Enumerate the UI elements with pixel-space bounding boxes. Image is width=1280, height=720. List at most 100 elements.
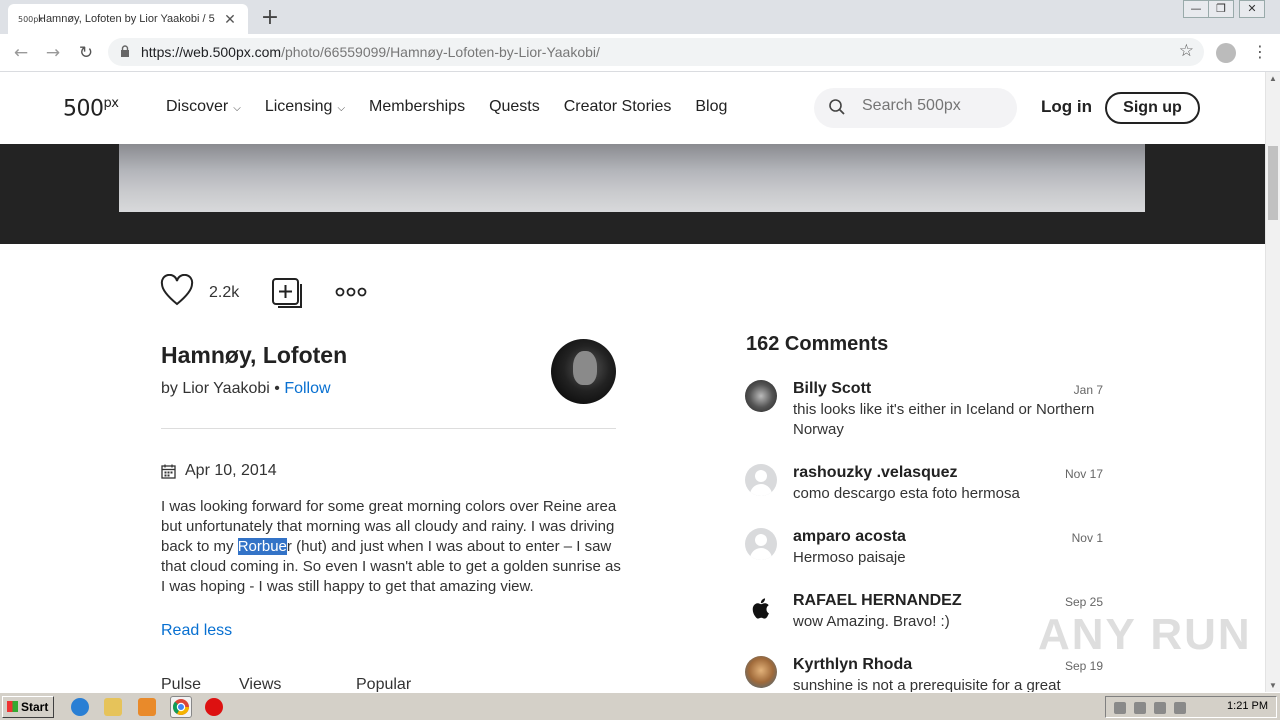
clock: 1:21 PM: [1227, 700, 1268, 712]
heart-icon[interactable]: [160, 274, 194, 308]
commenter-avatar[interactable]: [745, 380, 777, 412]
author-avatar[interactable]: [551, 339, 616, 404]
comment-item: amparo acosta Nov 1 Hermoso paisaje: [745, 528, 1105, 588]
site-favicon-icon: 500px: [18, 14, 44, 24]
window-close-button[interactable]: ✕: [1239, 0, 1265, 18]
commenter-avatar[interactable]: [745, 656, 777, 688]
bookmark-star-icon[interactable]: ☆: [1179, 41, 1194, 61]
browser-tabbar: 500px Hamnøy, Lofoten by Lior Yaakobi / …: [0, 0, 1280, 34]
system-tray: 1:21 PM: [1105, 696, 1277, 718]
chrome-taskbar-button[interactable]: [170, 696, 192, 718]
calendar-icon: [161, 464, 176, 479]
comment-date: Nov 1: [1071, 531, 1103, 545]
author-name[interactable]: Lior Yaakobi: [182, 380, 269, 397]
commenter-name[interactable]: rashouzky .velasquez: [793, 464, 958, 482]
comment-text: sunshine is not a prerequisite for a gre…: [793, 677, 1061, 692]
nav-blog[interactable]: Blog: [695, 98, 727, 116]
ie-icon[interactable]: [71, 698, 89, 716]
follow-link[interactable]: Follow: [284, 380, 330, 397]
nav-licensing[interactable]: Licensing ⌵: [265, 98, 345, 116]
chrome-icon: [173, 699, 189, 715]
tab-close-icon[interactable]: ✕: [222, 11, 238, 28]
add-to-gallery-icon[interactable]: [271, 277, 303, 309]
main-nav: Discover ⌵ Licensing ⌵ Memberships Quests …: [166, 98, 727, 116]
browser-menu-icon[interactable]: ⋮: [1252, 42, 1268, 61]
browser-toolbar: ← → ↻ https://web.500px.com/photo/665590…: [0, 34, 1280, 72]
logo-text: 500: [63, 96, 104, 122]
commenter-name[interactable]: Kyrthlyn Rhoda: [793, 656, 912, 674]
anyrun-watermark: ANY RUN: [1038, 610, 1252, 659]
default-avatar-icon[interactable]: [745, 464, 777, 496]
login-link[interactable]: Log in: [1041, 97, 1092, 117]
lock-icon: [121, 45, 129, 57]
screen: 500px Hamnøy, Lofoten by Lior Yaakobi / …: [0, 0, 1280, 720]
page-scrollbar[interactable]: ▲ ▼: [1265, 72, 1280, 692]
profile-avatar-icon[interactable]: [1216, 43, 1236, 63]
like-count: 2.2k: [209, 284, 240, 301]
back-button[interactable]: ←: [10, 42, 32, 64]
forward-button[interactable]: →: [42, 42, 64, 64]
500px-logo[interactable]: 500px: [63, 96, 119, 122]
photo-viewer: [0, 144, 1265, 244]
new-tab-button[interactable]: +: [258, 5, 282, 30]
url-path: /photo/66559099/Hamnøy-Lofoten-by-Lior-Y…: [281, 44, 600, 60]
stat-pulse: Pulse: [161, 676, 202, 692]
comment-date: Nov 17: [1064, 467, 1103, 481]
chevron-down-icon: ⌵: [233, 103, 241, 114]
url-host: https://web.500px.com: [141, 44, 282, 60]
explorer-folder-icon[interactable]: [104, 698, 122, 716]
photo-image[interactable]: [119, 144, 1145, 212]
tray-arrow-icon[interactable]: [1114, 702, 1126, 714]
signup-button[interactable]: Sign up: [1105, 92, 1200, 124]
avatar-face: [573, 351, 597, 385]
comment-text: Hermoso paisaje: [793, 549, 906, 566]
photo-description: I was looking forward for some great mor…: [161, 497, 621, 597]
more-options-icon[interactable]: [335, 286, 367, 298]
default-avatar-icon[interactable]: [745, 528, 777, 560]
comment-date: Sep 25: [1064, 595, 1103, 609]
nav-creator-stories[interactable]: Creator Stories: [564, 98, 672, 116]
search-icon: [829, 99, 845, 115]
site-search[interactable]: [814, 88, 1017, 128]
stop-icon[interactable]: [205, 698, 223, 716]
nav-memberships[interactable]: Memberships: [369, 98, 465, 116]
comment-date: Jan 7: [1073, 383, 1103, 397]
comment-item: Kyrthlyn Rhoda Sep 19 sunshine is not a …: [745, 656, 1105, 692]
comment-item: rashouzky .velasquez Nov 17 como descarg…: [745, 464, 1105, 524]
scrollbar-thumb[interactable]: [1268, 146, 1278, 220]
search-input[interactable]: [862, 97, 1002, 115]
reload-button[interactable]: ↻: [75, 42, 97, 64]
media-player-icon[interactable]: [138, 698, 156, 716]
window-restore-button[interactable]: ❐: [1208, 0, 1234, 18]
tab-title: Hamnøy, Lofoten by Lior Yaakobi / 5: [38, 13, 215, 25]
nav-discover[interactable]: Discover ⌵: [166, 98, 241, 116]
photo-title: Hamnøy, Lofoten: [161, 342, 348, 368]
site-header: 500px Discover ⌵ Licensing ⌵ Memberships Q…: [0, 72, 1265, 144]
commenter-name[interactable]: amparo acosta: [793, 528, 906, 546]
desc-selection: Rorbue: [237, 538, 287, 555]
comment-text: como descargo esta foto hermosa: [793, 485, 1020, 502]
browser-tab[interactable]: 500px Hamnøy, Lofoten by Lior Yaakobi / …: [8, 4, 248, 34]
scroll-down-arrow-icon[interactable]: ▼: [1269, 681, 1277, 690]
apple-logo-icon: [752, 598, 769, 619]
commenter-name[interactable]: Billy Scott: [793, 380, 871, 398]
comment-text: this looks like it's either in Iceland o…: [793, 401, 1095, 438]
comment-date: Sep 19: [1064, 659, 1103, 673]
flag-icon[interactable]: [1174, 702, 1186, 714]
network-icon[interactable]: [1134, 702, 1146, 714]
address-bar[interactable]: https://web.500px.com/photo/66559099/Ham…: [108, 38, 1204, 66]
start-button[interactable]: Start: [2, 696, 54, 718]
volume-icon[interactable]: [1154, 702, 1166, 714]
chevron-down-icon: ⌵: [337, 103, 346, 114]
nav-label: Discover: [166, 98, 229, 115]
windows-taskbar: Start 1:21 PM: [0, 692, 1280, 720]
logo-sup: px: [103, 96, 119, 111]
commenter-name[interactable]: RAFAEL HERNANDEZ: [793, 592, 962, 610]
window-minimize-button[interactable]: —: [1183, 0, 1209, 18]
stat-views: Views: [239, 676, 282, 692]
read-less-link[interactable]: Read less: [161, 622, 232, 640]
scroll-up-arrow-icon[interactable]: ▲: [1269, 74, 1277, 83]
nav-quests[interactable]: Quests: [489, 98, 540, 116]
photo-date: Apr 10, 2014: [161, 462, 277, 480]
commenter-avatar[interactable]: [745, 592, 777, 624]
